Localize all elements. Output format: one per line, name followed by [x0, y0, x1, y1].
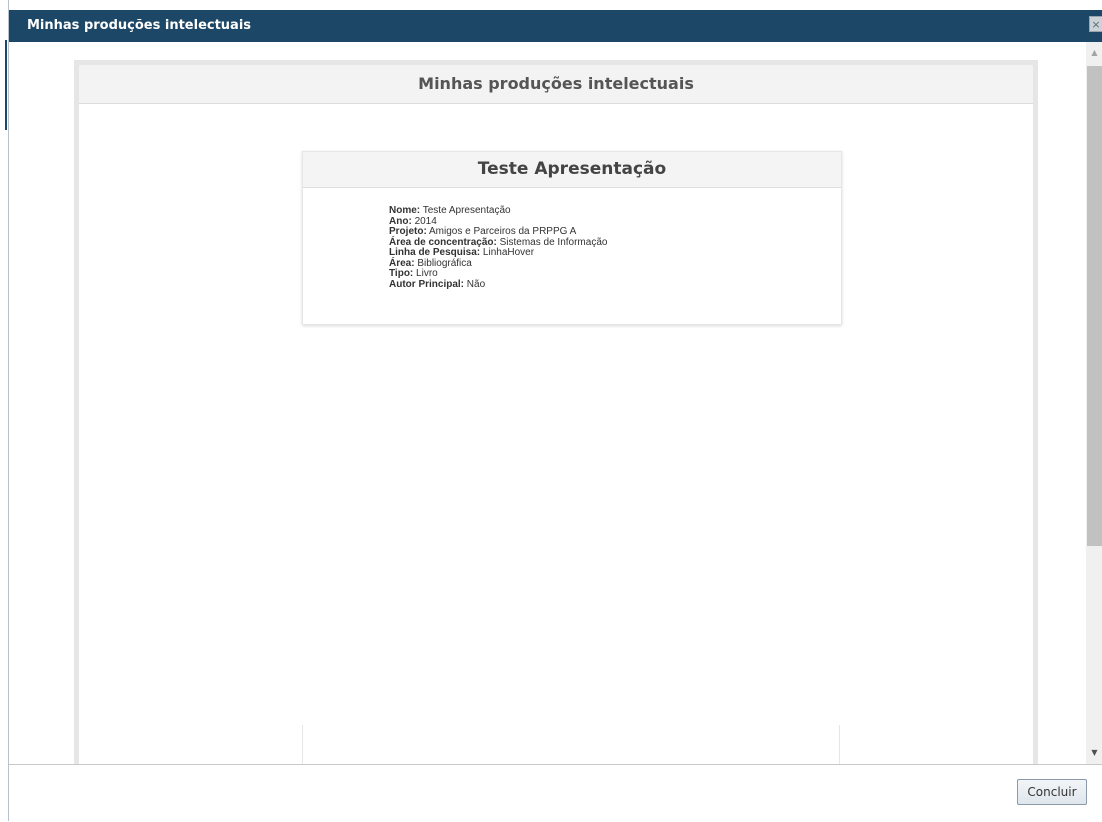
field-label: Autor Principal: — [389, 278, 465, 290]
close-icon[interactable]: × — [1089, 16, 1102, 32]
dialog-content: Minhas produções intelectuais Teste Apre… — [9, 42, 1102, 764]
field-nome: Nome: Teste Apresentação — [389, 205, 841, 217]
dialog: Minhas produções intelectuais × Minhas p… — [8, 0, 1102, 822]
background-accent-bar — [5, 40, 7, 130]
field-value: Não — [466, 278, 486, 290]
field-area: Área: Bibliográfica — [389, 257, 841, 270]
field-label: Nome: — [389, 205, 421, 216]
field-value: Livro — [416, 268, 438, 279]
concluir-button[interactable]: Concluir — [1017, 779, 1087, 805]
field-label: Linha de Pesquisa: — [389, 247, 481, 258]
panel-title: Minhas produções intelectuais — [79, 65, 1033, 104]
field-label: Ano: — [389, 215, 412, 227]
scroll-up-icon[interactable]: ▲ — [1086, 46, 1102, 60]
field-label: Projeto: — [389, 226, 427, 237]
scroll-down-icon[interactable]: ▼ — [1086, 746, 1102, 760]
production-card: Teste Apresentação Nome: Teste Apresenta… — [302, 151, 842, 325]
scrollbar-thumb[interactable] — [1087, 66, 1102, 546]
card-edge-left — [302, 725, 303, 764]
productions-panel: Minhas produções intelectuais Teste Apre… — [74, 60, 1038, 764]
dialog-footer: Concluir — [9, 764, 1102, 822]
field-value: Sistemas de Informação — [499, 236, 608, 248]
vertical-scrollbar[interactable]: ▲ ▼ — [1086, 42, 1102, 764]
field-value: LinhaHover — [482, 247, 535, 258]
field-label: Área: — [389, 257, 415, 269]
card-title: Teste Apresentação — [303, 152, 841, 188]
card-edge-right — [839, 725, 840, 764]
field-label: Área de concentração: — [389, 236, 497, 248]
next-card-edge — [302, 725, 840, 764]
field-value: 2014 — [414, 215, 437, 227]
field-value: Teste Apresentação — [422, 205, 511, 216]
field-autor-principal: Autor Principal: Não — [389, 278, 841, 291]
card-details: Nome: Teste Apresentação Ano: 2014 Proje… — [303, 188, 841, 290]
field-value: Amigos e Parceiros da PRPPG A — [429, 226, 577, 237]
dialog-titlebar[interactable]: Minhas produções intelectuais — [9, 10, 1102, 42]
field-value: Bibliográfica — [417, 257, 472, 269]
field-label: Tipo: — [389, 268, 414, 279]
dialog-title: Minhas produções intelectuais — [27, 18, 252, 33]
